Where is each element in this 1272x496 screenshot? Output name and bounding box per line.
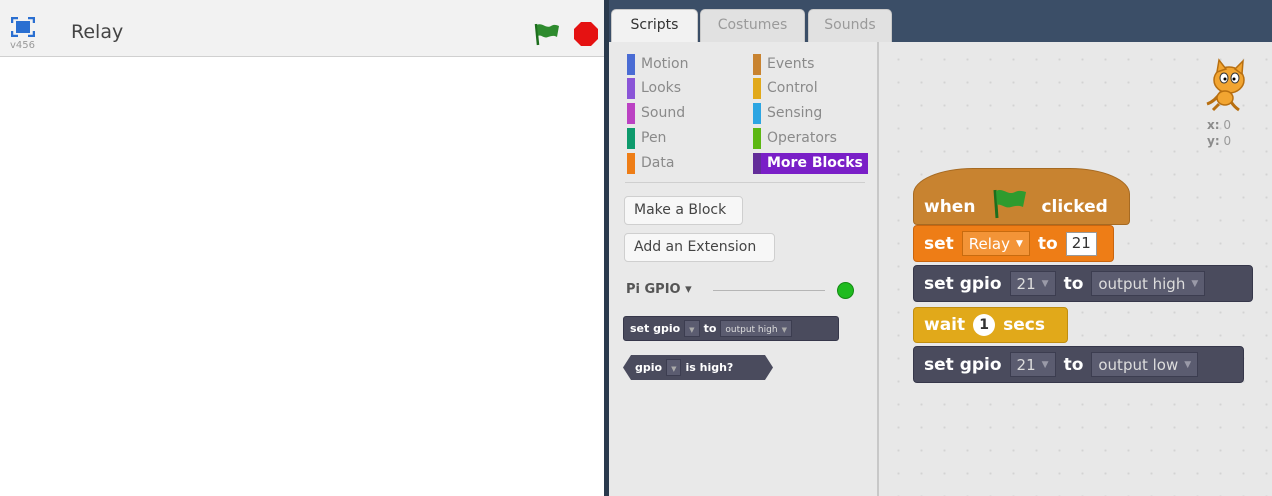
variable-dropdown[interactable]: Relay ▼ [961,231,1030,256]
category-events[interactable]: Events [753,54,868,75]
stage-header: v456 Relay [0,0,604,57]
extension-separator [713,290,825,291]
category-swatch [627,128,635,149]
stop-icon[interactable] [573,21,599,47]
category-swatch [627,78,635,99]
extension-menu[interactable]: Pi GPIO ▾ [626,282,692,297]
pin-dropdown[interactable]: 21 ▼ [1009,352,1056,377]
category-operators[interactable]: Operators [753,128,868,149]
stage-canvas[interactable] [0,57,604,496]
tab-scripts[interactable]: Scripts [611,9,698,43]
project-title[interactable]: Relay [71,21,123,43]
set-variable-block[interactable]: set Relay ▼ to 21 [913,225,1114,262]
category-swatch [627,153,635,174]
category-sensing[interactable]: Sensing [753,103,868,124]
wait-block[interactable]: wait 1 secs [913,307,1068,343]
fullscreen-icon[interactable] [11,17,35,37]
mode-dropdown[interactable]: output high ▼ [720,320,792,337]
tab-sounds[interactable]: Sounds [808,9,892,42]
category-motion[interactable]: Motion [627,54,742,75]
set-gpio-block[interactable]: set gpio 21 ▼ to output low ▼ [913,346,1244,383]
palette-block-set-gpio[interactable]: set gpio ▼ to output high ▼ [623,316,839,341]
category-swatch [753,128,761,149]
green-flag-icon[interactable] [532,21,562,47]
set-gpio-block[interactable]: set gpio 21 ▼ to output high ▼ [913,265,1253,302]
category-looks[interactable]: Looks [627,78,742,99]
green-flag-icon [993,189,1027,218]
category-control[interactable]: Control [753,78,868,99]
wait-seconds-input[interactable]: 1 [973,314,996,336]
mode-dropdown[interactable]: output high ▼ [1091,271,1206,296]
category-pen[interactable]: Pen [627,128,742,149]
pin-dropdown[interactable]: 21 ▼ [1009,271,1056,296]
add-extension-button[interactable]: Add an Extension [624,233,775,262]
extension-status-indicator [837,282,854,299]
category-swatch [753,54,761,75]
pin-dropdown[interactable]: ▼ [666,359,681,376]
pin-dropdown[interactable]: ▼ [684,320,700,337]
category-swatch [753,103,761,124]
value-input[interactable]: 21 [1065,231,1097,256]
sprite-cat-icon [1206,58,1245,112]
category-sound[interactable]: Sound [627,103,742,124]
category-swatch [753,78,761,99]
category-swatch [753,153,761,174]
mode-dropdown[interactable]: output low ▼ [1091,352,1199,377]
tab-costumes[interactable]: Costumes [700,9,805,42]
category-data[interactable]: Data [627,153,742,174]
category-swatch [627,54,635,75]
category-separator [625,182,865,183]
sprite-y-readout: y: 0 [1207,134,1232,148]
category-swatch [627,103,635,124]
category-more-blocks[interactable]: More Blocks [753,153,868,174]
when-flag-clicked-block[interactable]: when clicked [913,168,1130,225]
version-label: v456 [10,40,36,51]
make-a-block-button[interactable]: Make a Block [624,196,743,225]
sprite-x-readout: x: 0 [1207,118,1232,132]
palette-block-gpio-is-high[interactable]: gpio ▼ is high? [623,355,773,380]
